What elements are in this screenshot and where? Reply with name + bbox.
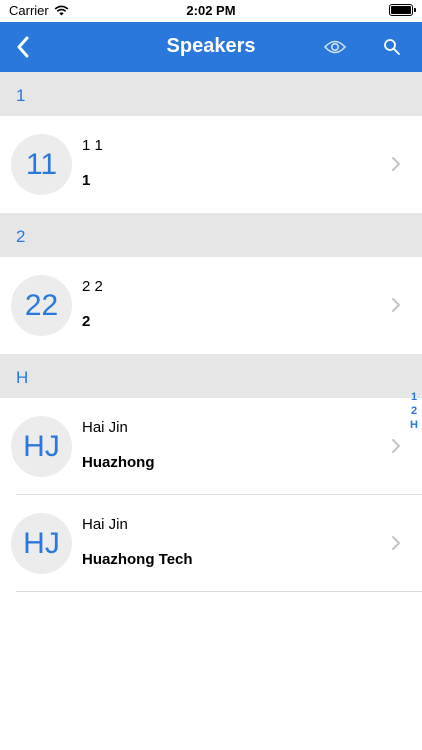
row-divider	[16, 591, 422, 592]
chevron-right-icon	[392, 298, 400, 312]
speaker-row[interactable]: 11 1 1 1	[0, 116, 422, 213]
speaker-organization: Huazhong	[82, 454, 155, 471]
section-header-2: 2	[0, 213, 422, 257]
index-item-h[interactable]: H	[410, 418, 418, 432]
speaker-organization: 1	[82, 172, 91, 189]
battery-icon	[389, 4, 416, 16]
chevron-right-icon	[392, 439, 400, 453]
index-item-1[interactable]: 1	[411, 390, 417, 404]
section-index[interactable]: 1 2 H	[406, 390, 422, 432]
speaker-name: 1 1	[82, 137, 103, 154]
index-item-2[interactable]: 2	[411, 404, 417, 418]
view-button[interactable]	[323, 35, 347, 59]
speaker-row[interactable]: HJ Hai Jin Huazhong Tech	[0, 495, 422, 592]
page-title: Speakers	[166, 35, 256, 57]
search-icon	[384, 39, 400, 55]
eye-icon	[324, 40, 346, 54]
avatar: HJ	[11, 416, 72, 477]
avatar: HJ	[11, 513, 72, 574]
speaker-row[interactable]: HJ Hai Jin Huazhong	[0, 398, 422, 495]
status-bar: Carrier 2:02 PM	[0, 0, 422, 22]
chevron-right-icon	[392, 536, 400, 550]
clock: 2:02 PM	[186, 3, 236, 18]
speaker-name: Hai Jin	[82, 419, 128, 436]
speaker-organization: 2	[82, 313, 91, 330]
section-header-1: 1	[0, 72, 422, 116]
avatar: 11	[11, 134, 72, 195]
speaker-row[interactable]: 22 2 2 2	[0, 257, 422, 354]
speaker-name: 2 2	[82, 278, 103, 295]
speaker-organization: Huazhong Tech	[82, 551, 193, 568]
speaker-name: Hai Jin	[82, 516, 128, 533]
search-button[interactable]	[380, 35, 404, 59]
navigation-bar: Speakers	[0, 22, 422, 72]
section-header-h: H	[0, 354, 422, 398]
avatar: 22	[11, 275, 72, 336]
chevron-right-icon	[392, 157, 400, 171]
